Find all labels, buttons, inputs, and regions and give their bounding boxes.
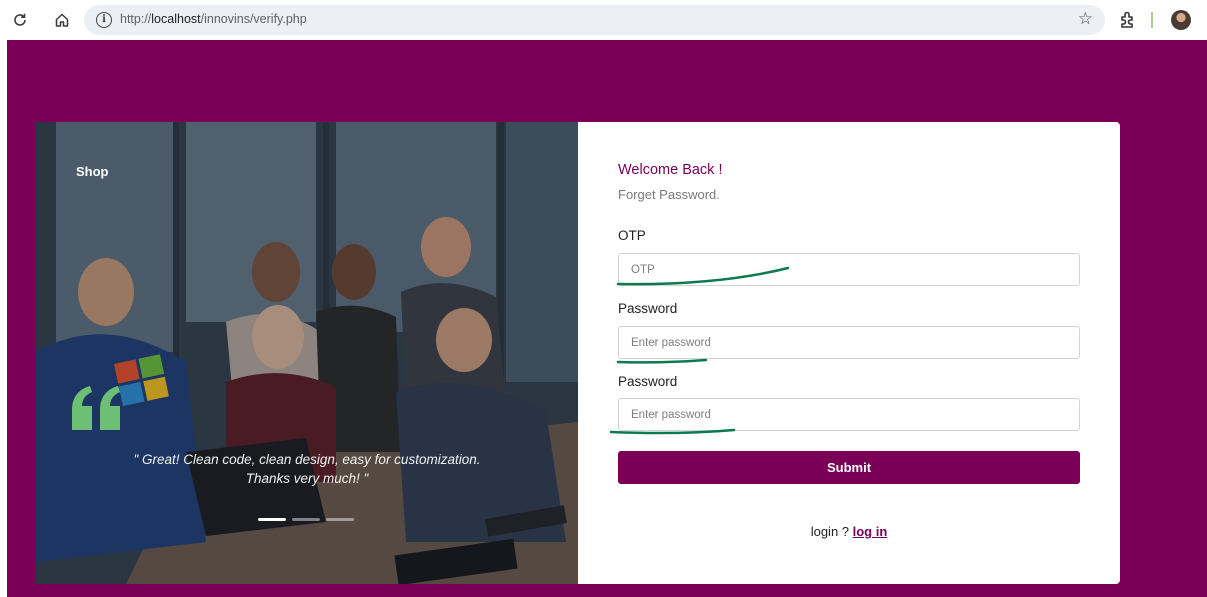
- login-prompt: login ? log in: [578, 524, 1120, 539]
- quote-icon: [70, 384, 124, 432]
- quote-line-1: " Great! Clean code, clean design, easy …: [133, 452, 481, 467]
- reload-icon[interactable]: [9, 9, 31, 31]
- carousel-indicator-2[interactable]: [292, 518, 320, 521]
- extensions-icon[interactable]: [1117, 9, 1139, 31]
- profile-avatar[interactable]: [1171, 10, 1191, 30]
- confirm-password-label: Password: [618, 374, 678, 389]
- url-host: localhost: [151, 12, 201, 26]
- welcome-heading: Welcome Back !: [618, 162, 723, 178]
- otp-label: OTP: [618, 228, 646, 243]
- url-path: /innovins/verify.php: [200, 12, 307, 26]
- info-icon[interactable]: i: [96, 12, 112, 28]
- address-bar[interactable]: i http://localhost/innovins/verify.php ☆: [84, 5, 1105, 35]
- url-prefix: http://: [120, 12, 152, 26]
- form-subtitle: Forget Password.: [618, 187, 720, 202]
- otp-input[interactable]: [618, 253, 1080, 286]
- hero-overlay: [36, 122, 578, 584]
- brand-name[interactable]: Shop: [76, 164, 109, 179]
- login-prompt-text: login ?: [810, 524, 853, 539]
- login-link[interactable]: log in: [853, 524, 888, 539]
- testimonial-quote: " Great! Clean code, clean design, easy …: [56, 450, 558, 488]
- browser-toolbar: i http://localhost/innovins/verify.php ☆: [0, 0, 1207, 40]
- password-label: Password: [618, 301, 678, 316]
- quote-line-2: Thanks very much! ": [245, 471, 369, 486]
- hero-panel: Shop " Great! Clean code, clean design, …: [36, 122, 578, 584]
- home-icon[interactable]: [51, 9, 73, 31]
- auth-card: Shop " Great! Clean code, clean design, …: [36, 122, 1120, 584]
- toolbar-separator: [1151, 12, 1153, 28]
- password-input[interactable]: [618, 326, 1080, 359]
- submit-button[interactable]: Submit: [618, 451, 1080, 484]
- confirm-password-input[interactable]: [618, 398, 1080, 431]
- carousel-indicator-3[interactable]: [326, 518, 354, 521]
- verify-form-panel: Welcome Back ! Forget Password. OTP Pass…: [578, 122, 1120, 584]
- carousel-indicator-1[interactable]: [258, 518, 286, 521]
- carousel-indicators: [258, 518, 354, 521]
- star-icon[interactable]: ☆: [1078, 9, 1093, 29]
- url-text[interactable]: http://localhost/innovins/verify.php: [120, 12, 307, 26]
